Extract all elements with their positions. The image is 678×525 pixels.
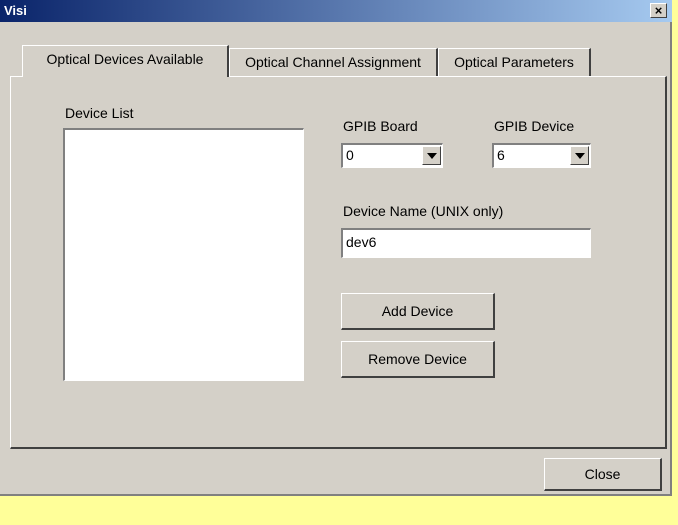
tab-label: Optical Parameters	[454, 54, 574, 70]
tab-optical-devices-available[interactable]: Optical Devices Available	[22, 45, 229, 77]
title-bar[interactable]: Visi ×	[0, 0, 672, 22]
window-title: Visi	[4, 3, 27, 18]
device-listbox[interactable]	[63, 128, 304, 381]
gpib-board-value: 0	[346, 147, 354, 163]
tab-optical-channel-assignment[interactable]: Optical Channel Assignment	[229, 48, 438, 76]
dialog-window: Visi × Optical Devices Available Optical…	[0, 0, 672, 496]
chevron-down-icon[interactable]	[422, 146, 441, 165]
gpib-board-label: GPIB Board	[343, 118, 418, 134]
tab-label: Optical Devices Available	[46, 51, 204, 67]
gpib-board-select[interactable]: 0	[341, 143, 443, 168]
remove-device-button[interactable]: Remove Device	[341, 341, 495, 378]
close-icon[interactable]: ×	[650, 3, 667, 18]
gpib-device-select[interactable]: 6	[492, 143, 591, 168]
add-device-button[interactable]: Add Device	[341, 293, 495, 330]
device-name-input[interactable]: dev6	[341, 228, 591, 258]
chevron-down-icon[interactable]	[570, 146, 589, 165]
tab-label: Optical Channel Assignment	[245, 54, 421, 70]
device-list-label: Device List	[65, 105, 134, 121]
tab-optical-parameters[interactable]: Optical Parameters	[438, 48, 591, 76]
gpib-device-value: 6	[497, 147, 505, 163]
device-name-label: Device Name (UNIX only)	[343, 203, 504, 219]
close-button[interactable]: Close	[544, 458, 662, 491]
gpib-device-label: GPIB Device	[494, 118, 575, 134]
